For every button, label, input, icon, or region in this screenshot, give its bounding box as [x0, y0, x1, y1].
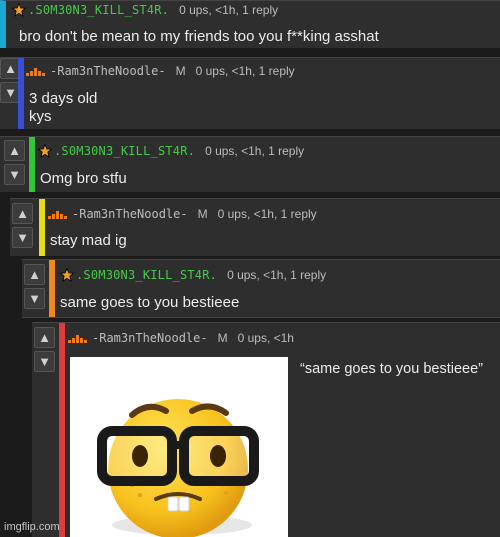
arrow-up-icon[interactable]: ▲: [24, 264, 45, 285]
comment-meta: -Ram3nTheNoodle- M 0 ups, <1h: [68, 331, 294, 345]
comment-stats: 0 ups, <1h, 1 reply: [205, 144, 305, 158]
mod-badge: M: [175, 64, 186, 78]
quoted-text: “same goes to you bestieee”: [300, 361, 483, 377]
comment-text: Omg bro stfu: [40, 170, 127, 187]
comment-meta: .S0M30N3_KILL_ST4R. 0 ups, <1h, 1 reply: [12, 3, 278, 17]
nerd-emoji-image[interactable]: [70, 357, 288, 537]
arrow-down-icon[interactable]: ▼: [12, 227, 33, 248]
comment-meta: .S0M30N3_KILL_ST4R. 0 ups, <1h, 1 reply: [38, 144, 304, 158]
star-icon: [60, 268, 74, 282]
nerd-emoji-icon: [97, 399, 259, 537]
comment-text-line-2: kys: [29, 108, 52, 125]
comment-stats: 0 ups, <1h, 1 reply: [195, 64, 295, 78]
comment-1: .S0M30N3_KILL_ST4R. 0 ups, <1h, 1 reply …: [0, 0, 500, 48]
comment-3: ▲ ▼ .S0M30N3_KILL_ST4R. 0 ups, <1h, 1 re…: [0, 136, 500, 192]
username[interactable]: -Ram3nTheNoodle-: [50, 64, 166, 78]
thread-bar: [18, 58, 24, 129]
bars-icon: [26, 68, 45, 76]
arrow-down-icon[interactable]: ▼: [24, 288, 45, 309]
bars-icon: [68, 335, 87, 343]
comment-text: bro don't be mean to my friends too you …: [19, 28, 379, 45]
username[interactable]: .S0M30N3_KILL_ST4R.: [54, 144, 195, 158]
comment-6: ▲ ▼ -Ram3nTheNoodle- M 0 ups, <1h “same …: [32, 322, 500, 537]
star-icon: [38, 144, 52, 158]
arrow-up-icon[interactable]: ▲: [34, 327, 55, 348]
thread-bar: [39, 199, 45, 256]
username[interactable]: .S0M30N3_KILL_ST4R.: [76, 268, 217, 282]
comment-meta: -Ram3nTheNoodle- M 0 ups, <1h, 1 reply: [26, 64, 295, 78]
bars-icon: [48, 211, 67, 219]
comment-text: stay mad ig: [50, 232, 127, 249]
arrow-down-icon[interactable]: ▼: [4, 164, 25, 185]
comment-text-line-1: 3 days old: [29, 90, 98, 107]
vote-controls: ▲ ▼: [4, 140, 25, 185]
star-icon: [12, 3, 26, 17]
username[interactable]: .S0M30N3_KILL_ST4R.: [28, 3, 169, 17]
thread-bar: [59, 323, 65, 537]
thread-bar: [49, 260, 55, 317]
thread-bar: [29, 137, 35, 192]
arrow-down-icon[interactable]: ▼: [34, 351, 55, 372]
comment-meta: -Ram3nTheNoodle- M 0 ups, <1h, 1 reply: [48, 207, 317, 221]
comment-text: same goes to you bestieee: [60, 294, 240, 311]
watermark: imgflip.com: [4, 521, 60, 533]
arrow-up-icon[interactable]: ▲: [12, 203, 33, 224]
comment-2: ▲ ▼ -Ram3nTheNoodle- M 0 ups, <1h, 1 rep…: [0, 57, 500, 129]
arrow-up-icon[interactable]: ▲: [4, 140, 25, 161]
comment-stats: 0 ups, <1h, 1 reply: [217, 207, 317, 221]
username[interactable]: -Ram3nTheNoodle-: [92, 331, 208, 345]
username[interactable]: -Ram3nTheNoodle-: [72, 207, 188, 221]
comment-stats: 0 ups, <1h, 1 reply: [179, 3, 279, 17]
mod-badge: M: [197, 207, 208, 221]
comment-stats: 0 ups, <1h: [237, 331, 294, 345]
comment-4: ▲ ▼ -Ram3nTheNoodle- M 0 ups, <1h, 1 rep…: [10, 198, 500, 256]
mod-badge: M: [217, 331, 228, 345]
comment-meta: .S0M30N3_KILL_ST4R. 0 ups, <1h, 1 reply: [60, 268, 326, 282]
vote-controls: ▲ ▼: [12, 203, 33, 248]
comment-stats: 0 ups, <1h, 1 reply: [227, 268, 327, 282]
vote-controls: ▲ ▼: [34, 327, 55, 372]
vote-controls: ▲ ▼: [24, 264, 45, 309]
comment-5: ▲ ▼ .S0M30N3_KILL_ST4R. 0 ups, <1h, 1 re…: [22, 259, 500, 318]
